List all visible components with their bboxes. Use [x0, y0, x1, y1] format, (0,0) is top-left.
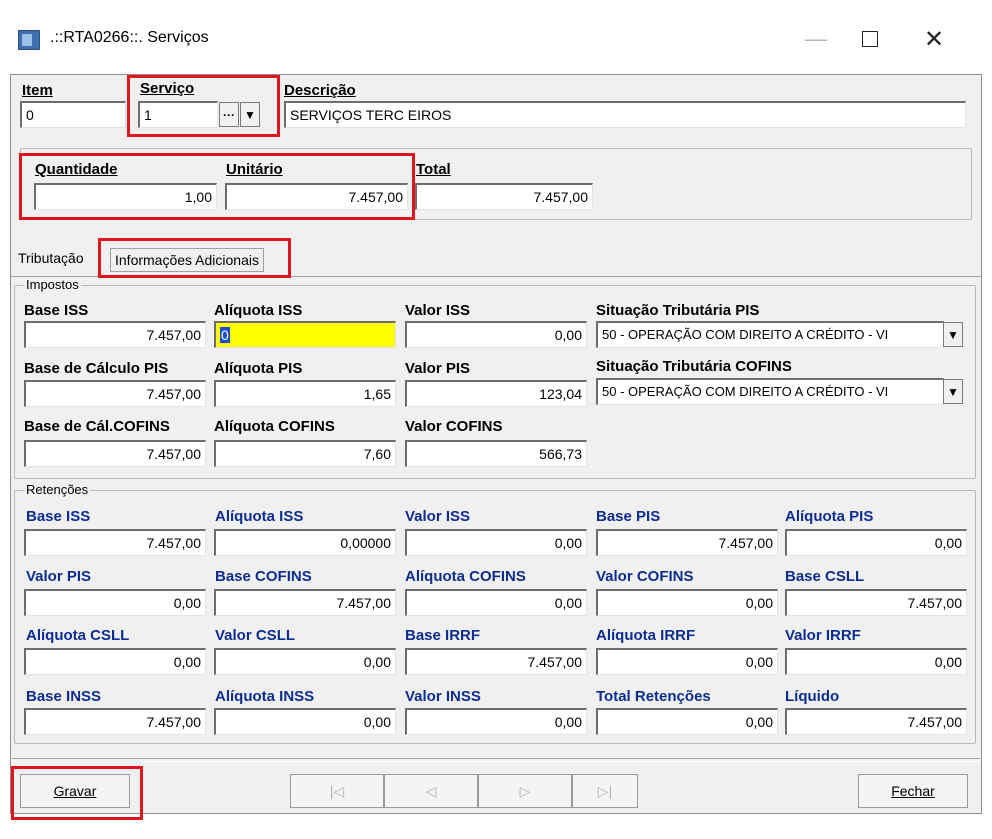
valor-pis-field: 123,04 — [405, 380, 587, 407]
retencoes-title: Retenções — [24, 482, 91, 497]
gravar-highlight — [11, 766, 143, 820]
base-calc-pis-label: Base de Cálculo PIS — [24, 360, 169, 377]
ret-field[interactable]: 7.457,00 — [785, 708, 967, 735]
ret-field[interactable]: 7.457,00 — [785, 589, 967, 616]
ret-label: Valor COFINS — [596, 568, 694, 585]
base-iss-field[interactable]: 7.457,00 — [24, 321, 206, 348]
window-title: .::RTA0266::. Serviços — [50, 29, 209, 46]
valor-cofins-field: 566,73 — [405, 440, 587, 467]
ret-field[interactable]: 7.457,00 — [214, 589, 396, 616]
aliquota-pis-field[interactable]: 1,65 — [214, 380, 396, 407]
ret-label: Valor INSS — [405, 688, 481, 705]
nav-first-button[interactable]: |◁ — [290, 774, 384, 808]
ret-field[interactable]: 7.457,00 — [24, 529, 206, 556]
aliquota-iss-label: Alíquota ISS — [214, 302, 303, 319]
ret-label: Alíquota CSLL — [26, 627, 130, 644]
ret-label: Alíquota COFINS — [405, 568, 526, 585]
descricao-label: Descrição — [284, 82, 356, 99]
valor-pis-label: Valor PIS — [405, 360, 471, 377]
ret-label: Líquido — [785, 688, 840, 705]
fechar-button[interactable]: Fechar — [858, 774, 968, 808]
ret-field[interactable]: 0,00 — [785, 529, 967, 556]
base-iss-label: Base ISS — [24, 302, 89, 319]
ret-label: Alíquota ISS — [215, 508, 304, 525]
ret-label: Alíquota INSS — [215, 688, 315, 705]
ret-label: Base COFINS — [215, 568, 312, 585]
aliquota-iss-selection: 0 — [220, 327, 230, 343]
ret-label: Base CSLL — [785, 568, 865, 585]
tab-tributacao[interactable]: Tributação — [18, 250, 84, 266]
ret-label: Valor IRRF — [785, 627, 861, 644]
ret-label: Base PIS — [596, 508, 661, 525]
sit-pis-label: Situação Tributária PIS — [596, 302, 760, 319]
valor-iss-field: 0,00 — [405, 321, 587, 348]
sit-cofins-select[interactable]: 50 - OPERAÇÃO COM DIREITO A CRÉDITO - VI — [596, 378, 944, 405]
ret-field[interactable]: 0,00 — [405, 529, 587, 556]
aliquota-cofins-label: Alíquota COFINS — [214, 418, 335, 435]
close-icon[interactable]: ✕ — [914, 24, 954, 54]
ret-field[interactable]: 0,00 — [596, 648, 778, 675]
ret-field[interactable]: 0,00 — [405, 708, 587, 735]
fechar-label: Fechar — [891, 783, 935, 799]
ret-label: Total Retenções — [596, 688, 711, 705]
ret-field[interactable]: 0,00 — [24, 589, 206, 616]
ret-label: Valor PIS — [26, 568, 92, 585]
maximize-icon[interactable] — [850, 24, 890, 54]
ret-label: Base IRRF — [405, 627, 481, 644]
ret-field[interactable]: 7.457,00 — [596, 529, 778, 556]
servico-highlight — [127, 75, 280, 137]
ret-field[interactable]: 0,00 — [596, 589, 778, 616]
aliquota-iss-field[interactable]: 0 — [214, 321, 396, 348]
minimize-icon[interactable]: — — [796, 24, 836, 54]
app-icon — [18, 30, 40, 50]
base-cal-cofins-field[interactable]: 7.457,00 — [24, 440, 206, 467]
aliquota-cofins-field[interactable]: 7,60 — [214, 440, 396, 467]
ret-label: Base ISS — [26, 508, 91, 525]
ret-label: Alíquota IRRF — [596, 627, 696, 644]
sit-cofins-label: Situação Tributária COFINS — [596, 358, 792, 375]
chevron-down-icon[interactable]: ▼ — [943, 379, 963, 404]
ret-field[interactable]: 0,00000 — [214, 529, 396, 556]
item-label: Item — [22, 82, 53, 99]
tab-highlight — [98, 238, 291, 278]
total-label: Total — [416, 161, 451, 178]
impostos-title: Impostos — [24, 277, 81, 292]
ret-label: Valor CSLL — [215, 627, 296, 644]
total-field: 7.457,00 — [415, 183, 593, 210]
nav-last-button[interactable]: ▷| — [572, 774, 638, 808]
valor-cofins-label: Valor COFINS — [405, 418, 503, 435]
ret-label: Base INSS — [26, 688, 102, 705]
nav-next-button[interactable]: ▷ — [478, 774, 572, 808]
valor-iss-label: Valor ISS — [405, 302, 471, 319]
nav-prev-button[interactable]: ◁ — [384, 774, 478, 808]
ret-field[interactable]: 7.457,00 — [405, 648, 587, 675]
ret-field[interactable]: 0,00 — [405, 589, 587, 616]
base-cal-cofins-label: Base de Cál.COFINS — [24, 418, 170, 435]
ret-label: Valor ISS — [405, 508, 471, 525]
sit-pis-select[interactable]: 50 - OPERAÇÃO COM DIREITO A CRÉDITO - VI — [596, 321, 944, 348]
base-calc-pis-field[interactable]: 7.457,00 — [24, 380, 206, 407]
aliquota-pis-label: Alíquota PIS — [214, 360, 303, 377]
footer-separator — [12, 758, 980, 762]
ret-field[interactable]: 0,00 — [24, 648, 206, 675]
chevron-down-icon[interactable]: ▼ — [943, 322, 963, 347]
ret-field[interactable]: 7.457,00 — [24, 708, 206, 735]
ret-label: Alíquota PIS — [785, 508, 874, 525]
ret-field[interactable]: 0,00 — [214, 648, 396, 675]
item-field[interactable]: 0 — [20, 101, 126, 128]
descricao-field[interactable]: SERVIÇOS TERC EIROS — [284, 101, 966, 128]
ret-field[interactable]: 0,00 — [785, 648, 967, 675]
ret-field[interactable]: 0,00 — [596, 708, 778, 735]
ret-field[interactable]: 0,00 — [214, 708, 396, 735]
valores-highlight — [19, 153, 415, 220]
